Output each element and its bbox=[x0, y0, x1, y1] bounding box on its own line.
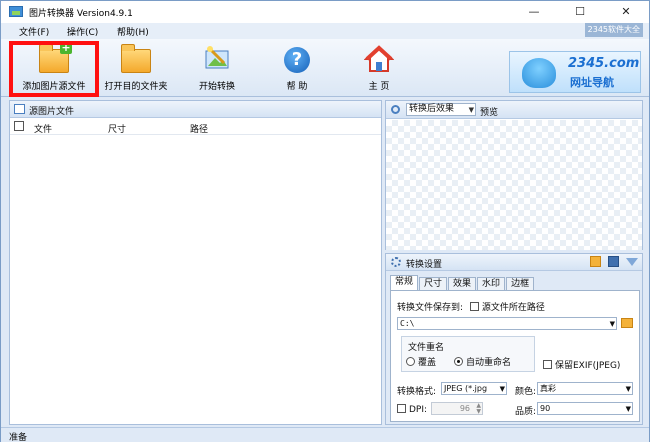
start-convert-button[interactable]: 开始转换 bbox=[187, 39, 247, 97]
auto-rename-radio[interactable] bbox=[454, 357, 463, 366]
browse-folder-icon[interactable] bbox=[621, 318, 633, 328]
home-button[interactable]: 主 页 bbox=[357, 39, 401, 97]
rename-group-title: 文件重名 bbox=[408, 343, 445, 353]
dpi-value: 96 bbox=[459, 404, 470, 413]
chevron-down-icon: ▼ bbox=[609, 320, 615, 328]
preview-label: 预览 bbox=[480, 108, 499, 118]
tab-general[interactable]: 常规 bbox=[390, 275, 419, 291]
tab-border[interactable]: 边框 bbox=[506, 277, 535, 291]
settings-header: 转换设置 bbox=[386, 254, 642, 271]
tab-size[interactable]: 尺寸 bbox=[419, 277, 448, 291]
auto-rename-label: 自动重命名 bbox=[466, 358, 512, 368]
source-panel-header: 源图片文件 bbox=[10, 101, 381, 118]
menu-operate[interactable]: 操作(C) bbox=[67, 25, 98, 38]
open-target-folder-button[interactable]: 打开目的文件夹 bbox=[99, 39, 173, 97]
output-path-value: C:\ bbox=[400, 319, 415, 328]
menu-bar: 文件(F) 操作(C) 帮助(H) bbox=[1, 23, 649, 39]
menu-help[interactable]: 帮助(H) bbox=[117, 25, 149, 38]
auto-rename-option[interactable]: 自动重命名 bbox=[454, 355, 511, 368]
menu-file[interactable]: 文件(F) bbox=[19, 25, 49, 38]
spinner-arrows-icon: ▲ ▼ bbox=[476, 402, 481, 415]
format-value: JPEG (*.jpg bbox=[444, 384, 488, 393]
preview-canvas bbox=[386, 120, 642, 250]
quality-value: 90 bbox=[540, 404, 551, 413]
color-select[interactable]: 真彩 ▼ bbox=[537, 382, 633, 395]
column-size[interactable]: 尺寸 bbox=[108, 122, 126, 135]
settings-title: 转换设置 bbox=[406, 260, 443, 270]
collapse-icon[interactable] bbox=[626, 258, 638, 266]
overwrite-option[interactable]: 覆盖 bbox=[406, 355, 436, 368]
help-icon: ? bbox=[282, 45, 312, 73]
magnifier-icon bbox=[391, 105, 400, 114]
start-convert-label: 开始转换 bbox=[198, 82, 235, 92]
column-file[interactable]: 文件 bbox=[34, 122, 52, 135]
preview-panel: 转换后效果 ▼ 预览 bbox=[385, 100, 643, 250]
image-list-icon bbox=[14, 104, 25, 114]
preview-mode-value: 转换后效果 bbox=[409, 104, 455, 114]
help-label: 帮 助 bbox=[286, 82, 308, 92]
chevron-down-icon: ▼ bbox=[625, 385, 631, 393]
source-panel-title: 源图片文件 bbox=[29, 107, 75, 117]
dpi-label: DPI: bbox=[409, 405, 428, 415]
keep-exif-label: 保留EXIF(JPEG) bbox=[555, 361, 621, 371]
chevron-down-icon: ▼ bbox=[499, 385, 505, 393]
save-settings-icon[interactable] bbox=[608, 256, 620, 267]
source-path-label: 源文件所在路径 bbox=[481, 303, 545, 313]
folder-icon bbox=[121, 44, 151, 73]
tab-watermark[interactable]: 水印 bbox=[477, 277, 506, 291]
overwrite-radio[interactable] bbox=[406, 357, 415, 366]
status-bar: 准备 bbox=[1, 427, 649, 443]
color-value: 真彩 bbox=[540, 384, 556, 393]
color-label: 颜色: bbox=[515, 387, 537, 397]
save-to-label: 转换文件保存到: bbox=[397, 303, 464, 313]
magic-wand-icon bbox=[202, 45, 232, 73]
convert-settings-panel: 转换设置 常规 尺寸 效果 水印 边框 转换文件保存到: 源文件所在路径 C:\ ▼ 文… bbox=[385, 253, 643, 425]
source-table-header: 文件 尺寸 路径 bbox=[10, 118, 381, 135]
quality-select[interactable]: 90 ▼ bbox=[537, 402, 633, 415]
output-path-input[interactable]: C:\ ▼ bbox=[397, 317, 617, 330]
dpi-option[interactable]: DPI: bbox=[397, 404, 427, 415]
format-label: 转换格式: bbox=[397, 387, 437, 397]
overwrite-label: 覆盖 bbox=[418, 358, 437, 368]
home-icon bbox=[363, 45, 395, 73]
preview-header: 转换后效果 ▼ 预览 bbox=[386, 101, 642, 119]
source-path-checkbox[interactable] bbox=[469, 302, 479, 311]
software-link[interactable]: 2345软件大全 bbox=[584, 23, 643, 37]
tab-effect[interactable]: 效果 bbox=[448, 277, 477, 291]
gear-icon bbox=[391, 257, 401, 267]
status-text: 准备 bbox=[9, 433, 28, 443]
home-label: 主 页 bbox=[368, 82, 390, 92]
maximize-button[interactable]: ☐ bbox=[557, 1, 603, 23]
select-all-checkbox[interactable] bbox=[14, 121, 24, 131]
ad-domain: 2345.com bbox=[568, 56, 640, 71]
close-button[interactable]: ✕ bbox=[603, 1, 649, 23]
quality-label: 品质: bbox=[515, 407, 537, 417]
minimize-button[interactable]: — bbox=[511, 1, 557, 23]
octopus-mascot-icon bbox=[522, 58, 556, 88]
dpi-stepper[interactable]: 96 ▲ ▼ bbox=[431, 402, 483, 415]
chevron-down-icon: ▼ bbox=[625, 405, 631, 413]
title-bar: 图片转换器 Version4.9.1 — ☐ ✕ bbox=[1, 1, 649, 23]
open-settings-icon[interactable] bbox=[590, 256, 602, 267]
ad-tagline: 网址导航 bbox=[570, 76, 614, 89]
open-target-label: 打开目的文件夹 bbox=[104, 82, 168, 92]
app-image-icon bbox=[9, 6, 23, 17]
help-button[interactable]: ? 帮 助 bbox=[275, 39, 319, 97]
source-files-panel: 源图片文件 文件 尺寸 路径 bbox=[9, 100, 382, 425]
preview-mode-dropdown[interactable]: 转换后效果 ▼ bbox=[406, 103, 476, 116]
general-tab-content: 转换文件保存到: 源文件所在路径 C:\ ▼ 文件重名 覆盖 自动重命名 保留E… bbox=[390, 290, 640, 422]
format-select[interactable]: JPEG (*.jpg ▼ bbox=[441, 382, 507, 395]
column-path[interactable]: 路径 bbox=[190, 122, 208, 135]
highlight-box bbox=[9, 41, 99, 97]
chevron-down-icon: ▼ bbox=[468, 106, 474, 114]
keep-exif-option[interactable]: 保留EXIF(JPEG) bbox=[543, 358, 620, 371]
settings-tabs: 常规 尺寸 效果 水印 边框 bbox=[390, 275, 535, 291]
ad-banner[interactable]: 2345.com 网址导航 bbox=[509, 51, 641, 93]
window-title: 图片转换器 Version4.9.1 bbox=[29, 9, 133, 19]
keep-exif-checkbox[interactable] bbox=[543, 360, 552, 369]
rename-group: 文件重名 覆盖 自动重命名 bbox=[401, 336, 535, 372]
app-window: 图片转换器 Version4.9.1 — ☐ ✕ 文件(F) 操作(C) 帮助(… bbox=[0, 0, 650, 443]
dpi-checkbox[interactable] bbox=[397, 404, 406, 413]
